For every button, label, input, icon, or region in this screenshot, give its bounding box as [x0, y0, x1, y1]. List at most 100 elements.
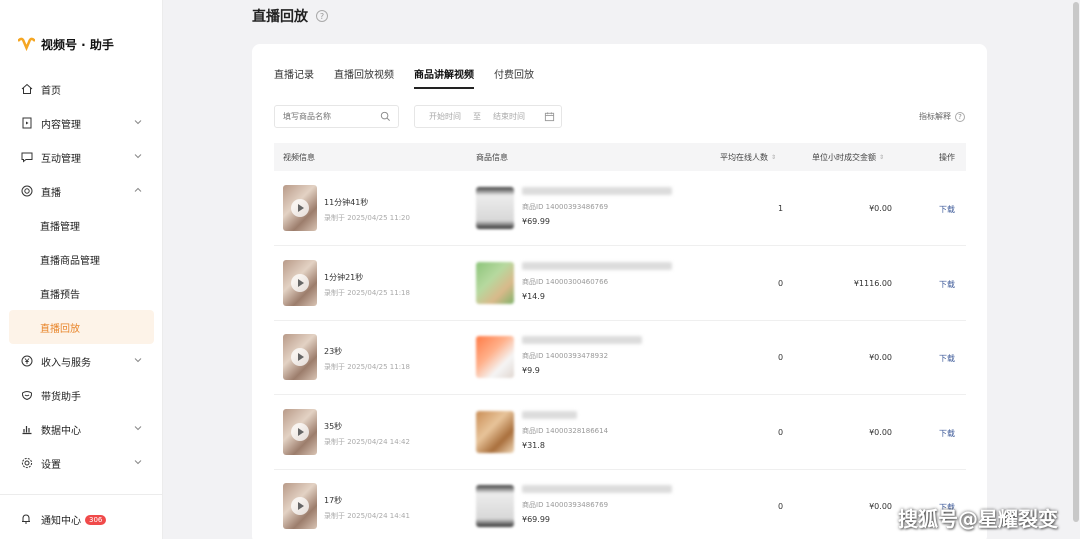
main-card: 直播记录 直播回放视频 商品讲解视频 付费回放 开始时间 至 结束时间 指标解释…	[252, 44, 987, 539]
header-avg-online[interactable]: 平均在线人数 ⇕	[720, 152, 776, 163]
search-input[interactable]	[283, 112, 375, 121]
start-date-field[interactable]: 开始时间	[429, 111, 461, 122]
video-recorded-time: 录制于 2025/04/25 11:18	[324, 363, 410, 371]
product-id: 商品ID 14000393486769	[522, 203, 609, 211]
table-row: 23秒录制于 2025/04/25 11:18 商品ID 140003934789…	[274, 320, 966, 395]
metric-explanation[interactable]: 指标解释 ?	[919, 111, 965, 122]
product-image	[476, 261, 514, 304]
sidebar-item-home[interactable]: 首页	[0, 72, 163, 106]
download-link[interactable]: 下载	[939, 428, 955, 439]
video-thumbnail[interactable]	[283, 185, 317, 231]
sidebar-item-label: 设置	[41, 459, 61, 471]
chevron-down-icon	[134, 460, 142, 465]
product-price: ¥9.9	[522, 366, 540, 375]
product-id: 商品ID 14000393486769	[522, 501, 609, 509]
channels-logo-icon	[18, 37, 35, 52]
date-separator: 至	[473, 112, 481, 121]
play-icon[interactable]	[291, 348, 309, 366]
watermark: 搜狐号@星耀裂变	[898, 507, 1058, 531]
home-icon	[20, 83, 33, 96]
video-duration: 23秒	[324, 347, 343, 356]
download-link[interactable]: 下载	[939, 204, 955, 215]
sidebar-item-content[interactable]: 内容管理	[0, 106, 163, 140]
chevron-down-icon	[134, 154, 142, 159]
calendar-icon[interactable]	[544, 111, 555, 122]
tab-product-explain-videos[interactable]: 商品讲解视频	[414, 66, 474, 89]
video-thumbnail[interactable]	[283, 334, 317, 380]
scrollbar[interactable]	[1072, 0, 1080, 539]
play-icon[interactable]	[291, 497, 309, 515]
video-thumbnail[interactable]	[283, 259, 317, 306]
brand-name: 视频号 · 助手	[41, 38, 114, 52]
sidebar-item-live-manage[interactable]: 直播管理	[0, 208, 163, 242]
header-hourly-gmv[interactable]: 单位小时成交金额 ⇕	[812, 152, 884, 163]
sidebar-item-live[interactable]: 直播	[0, 174, 163, 208]
play-icon[interactable]	[291, 422, 309, 441]
sidebar: 视频号 · 助手 首页 内容管理 互动管理 直播 直播管理 直播商品管理 直播预…	[0, 0, 163, 539]
help-icon[interactable]: ?	[316, 10, 328, 22]
help-icon: ?	[955, 111, 965, 122]
product-id: 商品ID 14000300460766	[522, 277, 609, 286]
date-range-picker[interactable]: 开始时间 至 结束时间	[414, 105, 562, 128]
video-thumbnail[interactable]	[283, 483, 317, 529]
table-row: 17秒录制于 2025/04/24 14:41 商品ID 140003934867…	[274, 469, 966, 539]
avg-online-count: 0	[778, 427, 784, 437]
sidebar-item-label: 互动管理	[41, 153, 81, 165]
hourly-gmv: ¥0.00	[869, 353, 892, 362]
search-icon[interactable]	[380, 111, 391, 122]
gear-icon	[20, 457, 33, 470]
tab-bar: 直播记录 直播回放视频 商品讲解视频 付费回放	[274, 66, 534, 89]
video-recorded-time: 录制于 2025/04/24 14:41	[324, 512, 410, 520]
sidebar-item-live-preview[interactable]: 直播预告	[0, 276, 163, 310]
product-price: ¥69.99	[522, 217, 550, 226]
download-link[interactable]: 下载	[939, 279, 955, 290]
sidebar-item-live-replay[interactable]: 直播回放	[9, 310, 154, 344]
sort-icon[interactable]: ⇕	[771, 154, 776, 161]
hourly-gmv: ¥1116.00	[853, 278, 892, 288]
header-product-info: 商品信息	[476, 153, 508, 162]
scrollbar-thumb[interactable]	[1073, 2, 1079, 522]
header-video-info: 视频信息	[283, 153, 315, 162]
video-duration: 11分钟41秒	[324, 198, 369, 207]
sidebar-nav: 首页 内容管理 互动管理 直播 直播管理 直播商品管理 直播预告 直播回放 收入…	[0, 72, 163, 480]
notification-center[interactable]: 通知中心 306	[20, 512, 107, 527]
video-thumbnail[interactable]	[283, 408, 317, 455]
header-action: 操作	[939, 153, 955, 162]
chart-icon	[20, 423, 33, 436]
sidebar-item-interaction[interactable]: 互动管理	[0, 140, 163, 174]
content-icon	[20, 117, 33, 130]
play-icon[interactable]	[291, 199, 309, 217]
comment-icon	[20, 151, 33, 164]
bell-icon	[20, 513, 33, 526]
sidebar-item-label: 收入与服务	[41, 357, 91, 369]
video-recorded-time: 录制于 2025/04/24 14:42	[324, 437, 410, 446]
product-search[interactable]	[274, 105, 399, 128]
sidebar-item-live-products[interactable]: 直播商品管理	[0, 242, 163, 276]
live-icon	[20, 185, 33, 198]
product-image	[476, 410, 514, 453]
chevron-down-icon	[134, 120, 142, 125]
sidebar-item-settings[interactable]: 设置	[0, 446, 163, 480]
download-link[interactable]: 下载	[939, 353, 955, 364]
cart-icon	[20, 389, 33, 402]
product-name-blurred	[522, 187, 672, 195]
sidebar-item-data[interactable]: 数据中心	[0, 412, 163, 446]
sort-icon[interactable]: ⇕	[879, 154, 884, 161]
sidebar-item-sales-assistant[interactable]: 带货助手	[0, 378, 163, 412]
tab-live-records[interactable]: 直播记录	[274, 66, 314, 89]
brand[interactable]: 视频号 · 助手	[18, 36, 114, 53]
video-duration: 17秒	[324, 496, 343, 505]
product-price: ¥69.99	[522, 515, 550, 524]
chevron-up-icon	[134, 187, 142, 192]
product-name-blurred	[522, 485, 672, 493]
hourly-gmv: ¥0.00	[869, 204, 892, 213]
end-date-field[interactable]: 结束时间	[493, 111, 525, 122]
hourly-gmv: ¥0.00	[869, 427, 892, 437]
product-image	[476, 336, 514, 378]
metric-explanation-label: 指标解释	[919, 112, 951, 121]
tab-replay-videos[interactable]: 直播回放视频	[334, 66, 394, 89]
sidebar-item-income[interactable]: 收入与服务	[0, 344, 163, 378]
product-id: 商品ID 14000393478932	[522, 352, 609, 360]
play-icon[interactable]	[291, 273, 309, 292]
tab-paid-replay[interactable]: 付费回放	[494, 66, 534, 89]
